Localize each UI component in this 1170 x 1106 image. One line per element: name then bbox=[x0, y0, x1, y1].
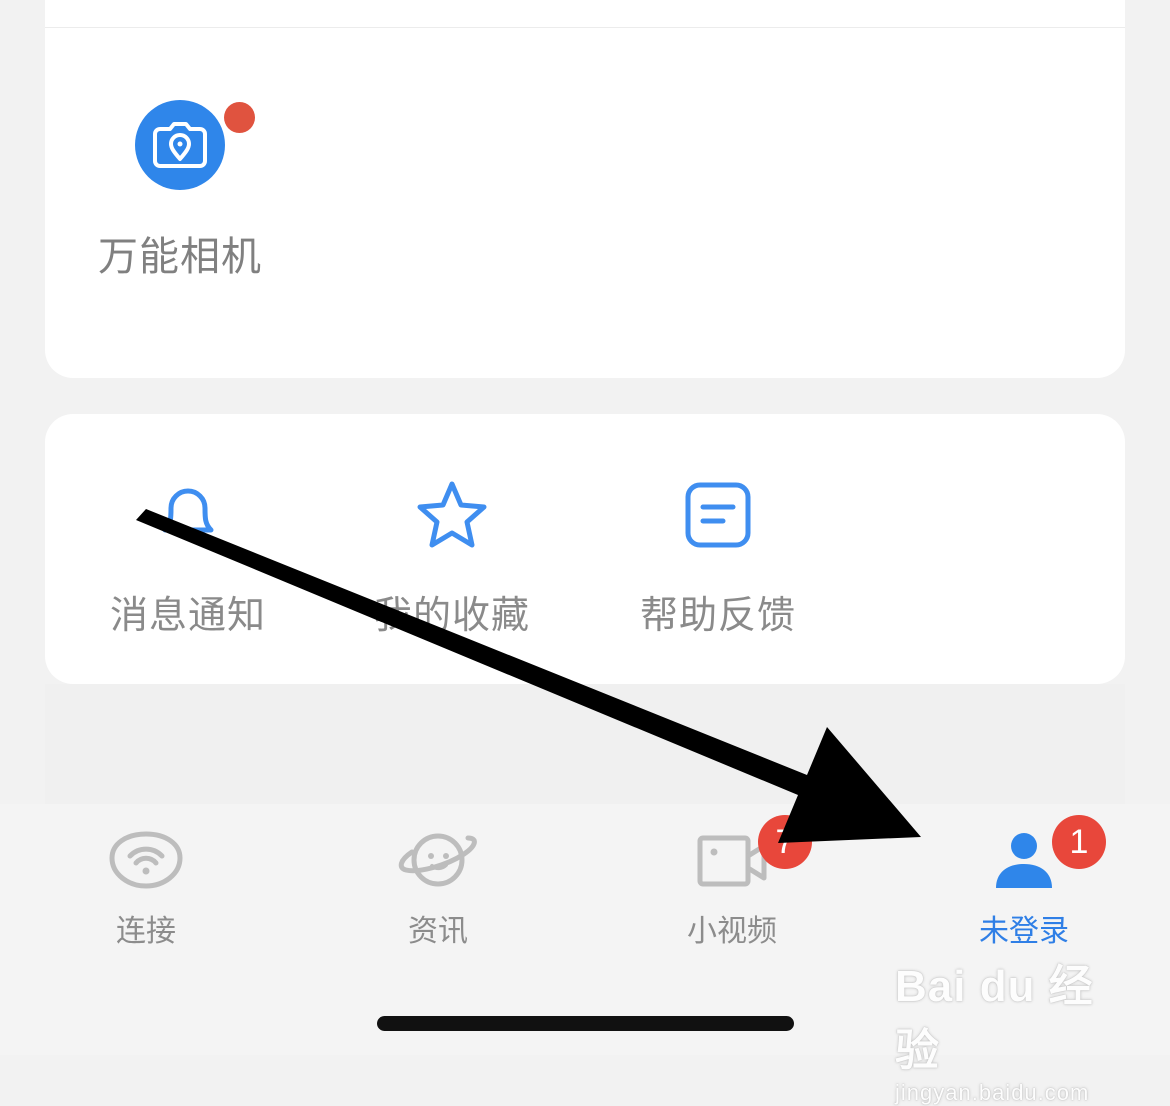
watermark-sub-text: jingyan.baidu.com bbox=[895, 1080, 1090, 1105]
annotation-arrow bbox=[136, 509, 921, 843]
baidu-watermark: Bai du 经验 jingyan.baidu.com bbox=[895, 950, 1115, 1106]
home-indicator[interactable] bbox=[377, 1016, 794, 1031]
watermark-main-text: Bai du 经验 bbox=[895, 962, 1094, 1075]
